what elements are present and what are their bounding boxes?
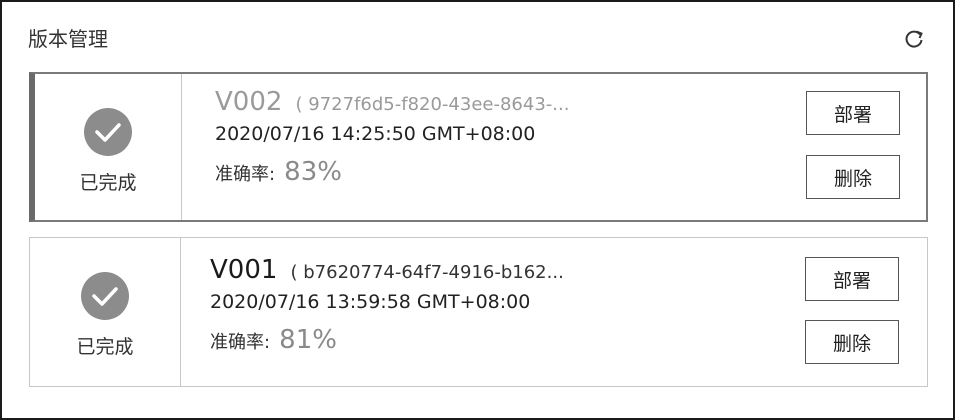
version-info: V002 ( 9727f6d5-f820-43ee-8643-... 2020/… xyxy=(215,84,776,187)
accuracy-label: 准确率: xyxy=(210,332,271,353)
delete-button[interactable]: 删除 xyxy=(806,155,900,199)
status-label: 已完成 xyxy=(76,336,134,358)
version-management-panel: 版本管理 已完成 V002 ( 9727f6d5-f820-43ee-8643-… xyxy=(0,0,955,420)
accuracy-line: 准确率: 83% xyxy=(215,157,776,187)
accuracy-line: 准确率: 81% xyxy=(210,325,777,355)
version-status: 已完成 xyxy=(35,74,182,220)
version-timestamp: 2020/07/16 13:59:58 GMT+08:00 xyxy=(210,291,531,313)
version-timestamp: 2020/07/16 14:25:50 GMT+08:00 xyxy=(215,123,536,145)
version-info: V001 ( b7620774-64f7-4916-b162... 2020/0… xyxy=(210,252,777,355)
version-card-v002[interactable]: 已完成 V002 ( 9727f6d5-f820-43ee-8643-... 2… xyxy=(29,72,928,222)
version-card-v001[interactable]: 已完成 V001 ( b7620774-64f7-4916-b162... 20… xyxy=(29,237,928,387)
delete-button[interactable]: 删除 xyxy=(805,320,899,364)
accuracy-value: 81% xyxy=(279,325,337,355)
deploy-button[interactable]: 部署 xyxy=(805,257,899,301)
accuracy-value: 83% xyxy=(284,157,342,187)
accuracy-label: 准确率: xyxy=(215,164,276,185)
check-circle-icon xyxy=(80,271,130,321)
panel-title: 版本管理 xyxy=(28,27,108,51)
refresh-icon[interactable] xyxy=(903,28,925,50)
version-name: V001 xyxy=(210,255,278,285)
version-status: 已完成 xyxy=(30,238,181,386)
version-id: ( 9727f6d5-f820-43ee-8643-... xyxy=(295,94,570,115)
version-title-line: V001 ( b7620774-64f7-4916-b162... xyxy=(210,252,777,288)
version-name: V002 xyxy=(215,87,283,117)
version-id: ( b7620774-64f7-4916-b162... xyxy=(290,262,564,283)
version-title-line: V002 ( 9727f6d5-f820-43ee-8643-... xyxy=(215,84,776,120)
deploy-button[interactable]: 部署 xyxy=(806,91,900,135)
panel-header: 版本管理 xyxy=(28,24,927,54)
status-label: 已完成 xyxy=(79,172,137,194)
check-circle-icon xyxy=(83,107,133,157)
